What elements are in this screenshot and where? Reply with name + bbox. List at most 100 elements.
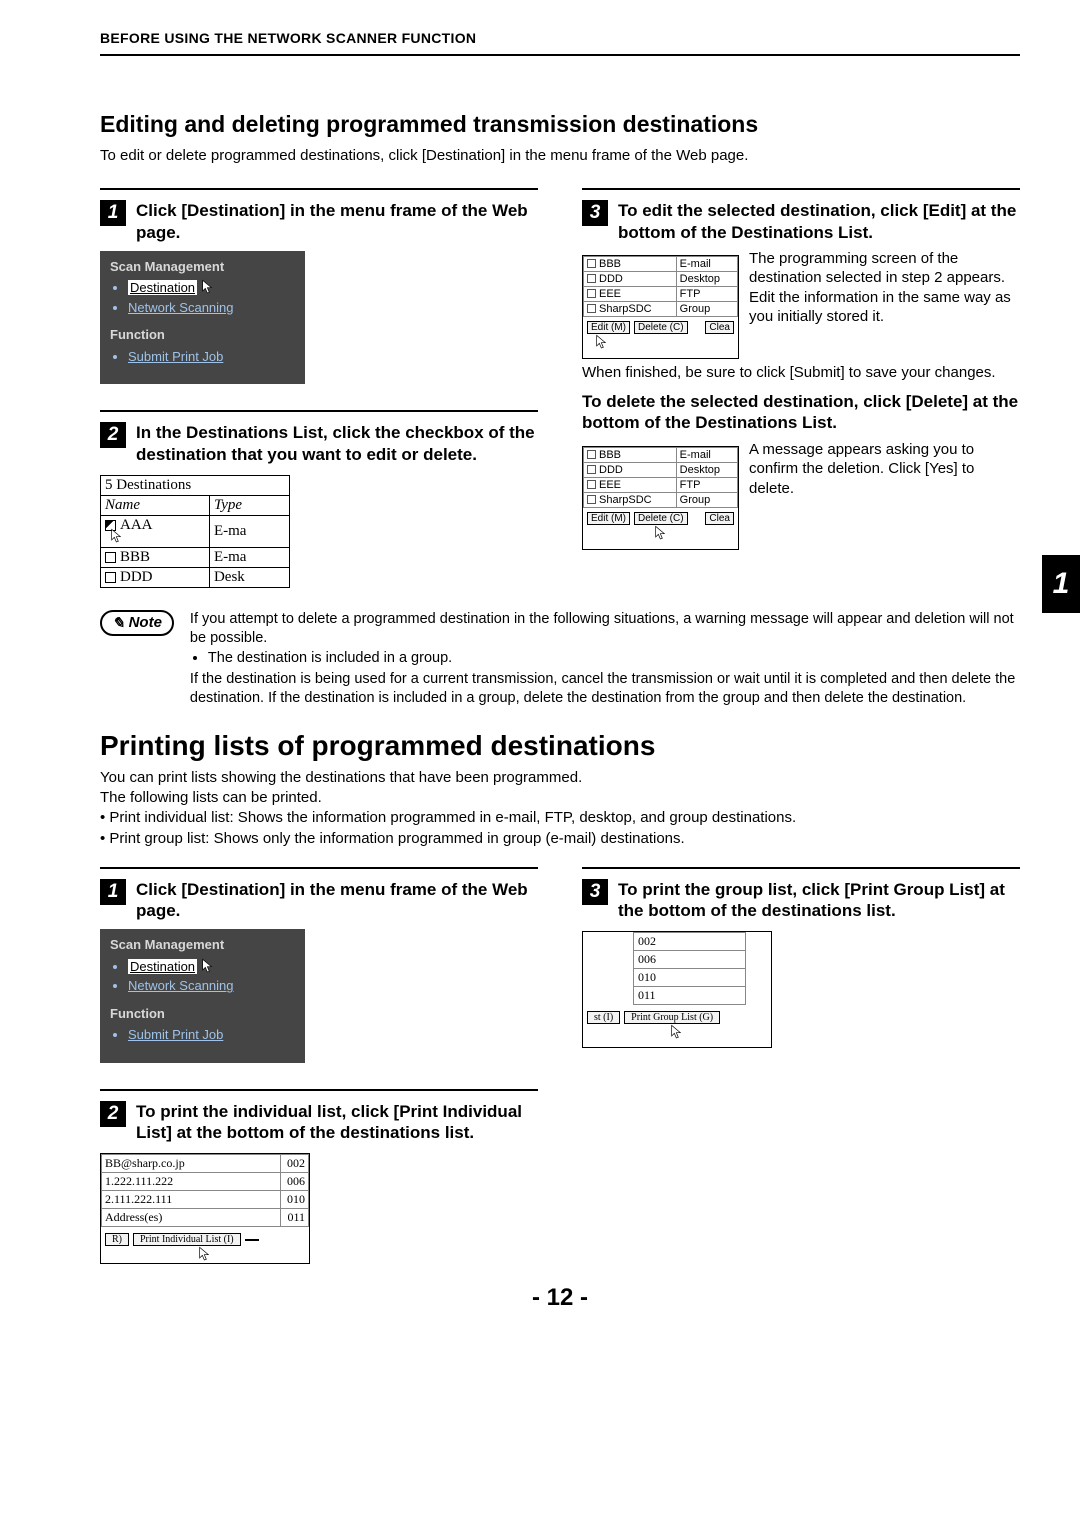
- destinations-list-screenshot: 5 Destinations Name Type AAA E-ma BBB E-…: [100, 475, 290, 588]
- cell: 010: [281, 1191, 309, 1209]
- table-row: 1.222.111.222006: [102, 1173, 309, 1191]
- section1-title: Editing and deleting programmed transmis…: [100, 111, 1020, 138]
- checkbox[interactable]: [105, 552, 116, 563]
- clear-button[interactable]: Clea: [705, 512, 734, 525]
- step-text: To print the group list, click [Print Gr…: [618, 879, 1020, 922]
- sec2-step3: 3 To print the group list, click [Print …: [582, 879, 1020, 922]
- checkbox[interactable]: [587, 465, 596, 474]
- table-row: Address(es)011: [102, 1209, 309, 1227]
- checkbox[interactable]: [105, 572, 116, 583]
- table-row: DDD Desk: [101, 567, 290, 587]
- scan-management-label: Scan Management: [110, 935, 295, 955]
- menu-item-submit-print-job[interactable]: Submit Print Job: [128, 347, 295, 367]
- table-row: DDD Desktop: [584, 462, 738, 477]
- edit-button[interactable]: Edit (M): [587, 321, 630, 334]
- col-name: Name: [101, 495, 210, 515]
- step-text: In the Destinations List, click the chec…: [136, 422, 538, 465]
- table-row: DDDDesktop: [584, 271, 738, 286]
- print-individual-list-button[interactable]: Print Individual List (I): [133, 1233, 241, 1246]
- cell: DDD: [599, 464, 623, 476]
- checkbox[interactable]: [587, 259, 596, 268]
- group-list-screenshot: 002 006 010 011 st (I) Print Group List …: [582, 931, 772, 1048]
- web-menu-screenshot: Scan Management Destination Network Scan…: [100, 251, 305, 385]
- checkbox[interactable]: [587, 304, 596, 313]
- cell: FTP: [676, 286, 737, 301]
- table-row: BB@sharp.co.jp002: [102, 1155, 309, 1173]
- checkbox[interactable]: [587, 289, 596, 298]
- cursor-icon: [201, 280, 215, 295]
- cell: 006: [634, 951, 746, 969]
- cell: Desktop: [676, 462, 737, 477]
- delete-subhead: To delete the selected destination, clic…: [582, 391, 1020, 434]
- print-group-list-button[interactable]: Print Group List (G): [624, 1011, 720, 1024]
- note-label: Note: [129, 614, 162, 631]
- individual-list-screenshot: BB@sharp.co.jp002 1.222.111.222006 2.111…: [100, 1153, 310, 1264]
- menu-item-network-scanning[interactable]: Network Scanning: [128, 976, 295, 996]
- step-text: Click [Destination] in the menu frame of…: [136, 200, 538, 243]
- cell: FTP: [676, 477, 737, 492]
- step-text: To edit the selected destination, click …: [618, 200, 1020, 243]
- running-head: BEFORE USING THE NETWORK SCANNER FUNCTIO…: [100, 30, 1020, 56]
- cell: Group: [676, 492, 737, 507]
- web-menu-screenshot: Scan Management Destination Network Scan…: [100, 929, 305, 1063]
- cell: 002: [281, 1155, 309, 1173]
- cell: EEE: [599, 479, 621, 491]
- cell: DDD: [120, 569, 153, 585]
- st-button[interactable]: st (I): [587, 1011, 620, 1024]
- checkbox[interactable]: [587, 450, 596, 459]
- checkbox[interactable]: [587, 274, 596, 283]
- step-text: To print the individual list, click [Pri…: [136, 1101, 538, 1144]
- cell: 011: [634, 987, 746, 1005]
- network-scanning-link[interactable]: Network Scanning: [128, 978, 234, 993]
- function-label: Function: [110, 1004, 295, 1024]
- sec2-l1: You can print lists showing the destinat…: [100, 768, 1020, 788]
- page-number: - 12 -: [100, 1284, 1020, 1312]
- clear-button[interactable]: Clea: [705, 321, 734, 334]
- step-text: Click [Destination] in the menu frame of…: [136, 879, 538, 922]
- cell: Address(es): [102, 1209, 281, 1227]
- chapter-tab: 1: [1042, 555, 1080, 613]
- cell: BBB: [120, 549, 150, 565]
- checkbox[interactable]: [587, 495, 596, 504]
- edit-button[interactable]: Edit (M): [587, 512, 630, 525]
- destination-link[interactable]: Destination: [128, 959, 197, 974]
- r-button[interactable]: R): [105, 1233, 129, 1246]
- note-block: ✎ Note If you attempt to delete a progra…: [100, 610, 1020, 708]
- sec1-step2: 2 In the Destinations List, click the ch…: [100, 422, 538, 465]
- menu-item-network-scanning[interactable]: Network Scanning: [128, 298, 295, 318]
- destination-link[interactable]: Destination: [128, 280, 197, 295]
- pencil-icon: ✎: [112, 614, 125, 632]
- note-line2: If the destination is being used for a c…: [190, 670, 1020, 708]
- network-scanning-link[interactable]: Network Scanning: [128, 300, 234, 315]
- submit-print-job-link[interactable]: Submit Print Job: [128, 349, 223, 364]
- cell: Desk: [209, 567, 289, 587]
- delete-paragraph: A message appears asking you to confirm …: [749, 440, 1020, 550]
- menu-item-destination[interactable]: Destination: [128, 278, 295, 298]
- sec1-step1: 1 Click [Destination] in the menu frame …: [100, 200, 538, 243]
- menu-item-submit-print-job[interactable]: Submit Print Job: [128, 1025, 295, 1045]
- cell: 006: [281, 1173, 309, 1191]
- table-row: BBBE-mail: [584, 256, 738, 271]
- delete-button[interactable]: Delete (C): [634, 321, 688, 334]
- menu-item-destination[interactable]: Destination: [128, 957, 295, 977]
- cursor-icon: [583, 334, 738, 352]
- cursor-icon: [201, 959, 215, 974]
- table-row: 2.111.222.111010: [102, 1191, 309, 1209]
- table-row: 011: [634, 987, 746, 1005]
- step3-paragraph: The programming screen of the destinatio…: [749, 249, 1020, 359]
- note-bullet: The destination is included in a group.: [208, 649, 1020, 668]
- cursor-icon: [101, 1246, 309, 1263]
- step-number: 2: [100, 422, 126, 448]
- delete-button[interactable]: Delete (C): [634, 512, 688, 525]
- step3-below: When finished, be sure to click [Submit]…: [582, 363, 1020, 383]
- table-row: 006: [634, 951, 746, 969]
- submit-print-job-link[interactable]: Submit Print Job: [128, 1027, 223, 1042]
- partial-button[interactable]: [245, 1239, 259, 1241]
- cell: AAA: [120, 517, 152, 533]
- step-number: 3: [582, 879, 608, 905]
- checkbox[interactable]: [587, 480, 596, 489]
- cursor-icon: [110, 529, 124, 545]
- step-number: 1: [100, 879, 126, 905]
- table-row: 010: [634, 969, 746, 987]
- section2-title: Printing lists of programmed destination…: [100, 730, 1020, 762]
